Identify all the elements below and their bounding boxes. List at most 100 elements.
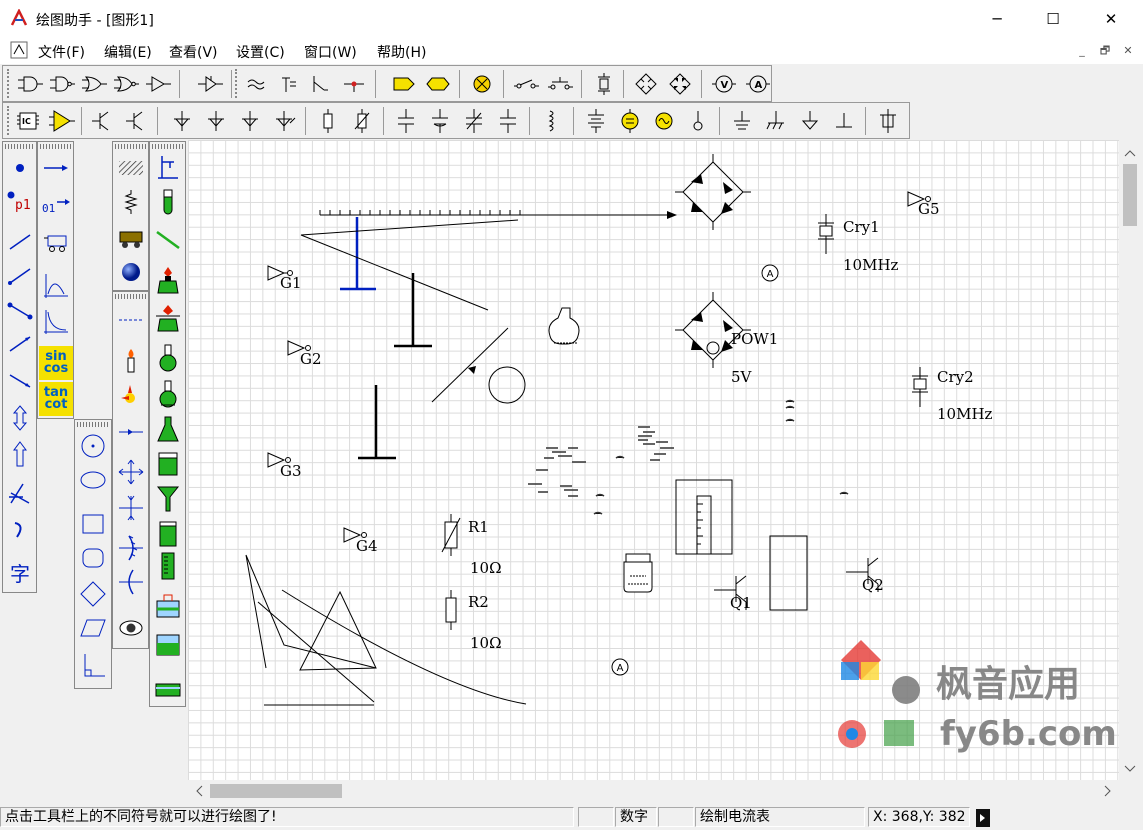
circle-shape[interactable] xyxy=(488,366,526,404)
segment-endpoints-tool[interactable] xyxy=(3,294,37,326)
toolbar-grip[interactable] xyxy=(7,69,13,98)
diode-bridge-tool[interactable] xyxy=(665,70,695,98)
thyristor-tool[interactable] xyxy=(269,107,299,135)
arc-tool[interactable] xyxy=(3,514,37,546)
exponential-graph-tool[interactable] xyxy=(39,306,73,338)
concave-lens-tool[interactable] xyxy=(114,492,148,524)
dc-source-tool[interactable] xyxy=(615,107,645,135)
ray-tool[interactable] xyxy=(3,328,37,360)
rectangle-tool[interactable] xyxy=(76,508,110,540)
eye-tool[interactable] xyxy=(114,612,148,644)
ellipse-tool[interactable] xyxy=(76,464,110,496)
alcohol-lamp-tool[interactable] xyxy=(151,264,185,296)
ground-tool[interactable] xyxy=(727,107,757,135)
common-ground-tool[interactable] xyxy=(829,107,859,135)
rounded-rectangle-tool[interactable] xyxy=(76,542,110,574)
menu-window[interactable]: 窗口(W) xyxy=(304,42,357,62)
flask-drawing[interactable] xyxy=(548,307,580,345)
glass-rod-tool[interactable] xyxy=(151,224,185,256)
beaker-tool[interactable] xyxy=(151,448,185,480)
trim-capacitor-tool[interactable] xyxy=(493,107,523,135)
flat-flask-tool[interactable] xyxy=(151,378,185,410)
segment-tool[interactable] xyxy=(3,260,37,292)
voltmeter-tool[interactable]: V xyxy=(709,70,739,98)
lamp-tool[interactable] xyxy=(467,70,497,98)
stand-1[interactable] xyxy=(394,273,432,348)
crystal-cry2[interactable] xyxy=(912,367,928,407)
number-line[interactable] xyxy=(319,210,677,219)
diode-bridge-1[interactable] xyxy=(675,154,751,230)
fet-tool[interactable] xyxy=(167,107,197,135)
angle-tool[interactable] xyxy=(3,478,37,510)
trolley-tool[interactable] xyxy=(114,222,148,254)
menu-help[interactable]: 帮助(H) xyxy=(377,42,426,62)
round-flask-tool[interactable] xyxy=(151,342,185,374)
spring-tool[interactable] xyxy=(114,186,148,218)
pnp-transistor-tool[interactable] xyxy=(121,107,151,135)
rectangle-shape[interactable] xyxy=(769,535,808,611)
ac-source-tool[interactable] xyxy=(243,70,273,98)
scroll-left-icon[interactable] xyxy=(196,785,203,797)
ray-with-arrow[interactable] xyxy=(431,327,509,403)
water-trough-tool[interactable] xyxy=(151,590,185,622)
right-angle-tool[interactable] xyxy=(76,650,110,682)
water-bath-tool[interactable] xyxy=(151,628,185,660)
nand-gate-tool[interactable] xyxy=(47,70,77,98)
diamond-tool[interactable] xyxy=(76,578,110,610)
menu-file[interactable]: 文件(F) xyxy=(38,42,85,62)
opamp-tool[interactable] xyxy=(47,107,77,135)
resistor-r2[interactable] xyxy=(445,590,457,630)
dashed-line-tool[interactable] xyxy=(114,304,148,336)
tan-cot-tool[interactable]: tan cot xyxy=(39,382,73,416)
close-button[interactable]: ✕ xyxy=(1088,0,1134,38)
measuring-cylinder[interactable] xyxy=(675,479,733,555)
hatched-surface-tool[interactable] xyxy=(114,152,148,184)
mdi-restore-button[interactable]: 🗗 xyxy=(1097,44,1113,58)
horizontal-scrollbar[interactable] xyxy=(188,780,1119,802)
drawing-canvas[interactable]: G1 G2 G3 G4 G5 Cry1 10MHz Cry2 10MHz POW… xyxy=(188,140,1119,780)
sketch-lines[interactable] xyxy=(245,554,527,706)
menu-settings[interactable]: 设置(C) xyxy=(236,42,285,62)
menu-edit[interactable]: 编辑(E) xyxy=(104,42,152,62)
circle-center-tool[interactable] xyxy=(76,430,110,462)
switch-tool[interactable] xyxy=(307,70,337,98)
vector-tool[interactable] xyxy=(3,364,37,396)
nor-gate-tool[interactable] xyxy=(111,70,141,98)
numbered-arrow-tool[interactable]: 01 xyxy=(39,188,73,220)
up-arrow-tool[interactable] xyxy=(3,438,37,470)
ammeter-tool[interactable]: A xyxy=(743,70,773,98)
ic-chip-tool[interactable]: IC xyxy=(13,107,43,135)
variable-capacitor-tool[interactable] xyxy=(459,107,489,135)
iron-stand-tool[interactable] xyxy=(151,152,185,184)
minimize-button[interactable]: ─ xyxy=(974,0,1020,38)
polar-capacitor-tool[interactable] xyxy=(425,107,455,135)
candle-tool[interactable] xyxy=(114,344,148,376)
inductor-tool[interactable] xyxy=(537,107,567,135)
point-tool[interactable] xyxy=(3,152,37,184)
jfet-tool[interactable] xyxy=(235,107,265,135)
convex-mirror-tool[interactable] xyxy=(114,566,148,598)
jar-drawing[interactable] xyxy=(623,553,653,593)
fuse-tool[interactable] xyxy=(873,107,903,135)
rectifier-bridge-tool[interactable] xyxy=(631,70,661,98)
scroll-down-icon[interactable] xyxy=(1124,765,1136,772)
funnel-tool[interactable] xyxy=(151,482,185,514)
horizontal-scroll-thumb[interactable] xyxy=(210,784,342,798)
test-tube-tool[interactable] xyxy=(151,186,185,218)
variable-resistor-tool[interactable] xyxy=(347,107,377,135)
double-arrow-tool[interactable] xyxy=(3,402,37,434)
light-source-tool[interactable] xyxy=(114,380,148,412)
probe-tool[interactable] xyxy=(339,70,369,98)
labeled-point-tool[interactable]: p1 xyxy=(3,186,37,218)
open-switch-tool[interactable] xyxy=(511,70,541,98)
conical-flask-tool[interactable] xyxy=(151,414,185,446)
concave-mirror-tool[interactable] xyxy=(114,532,148,564)
terminal-tool[interactable] xyxy=(683,107,713,135)
chassis-ground-tool[interactable] xyxy=(761,107,791,135)
function-graph-tool[interactable] xyxy=(39,270,73,302)
tristate-tool[interactable] xyxy=(195,70,225,98)
npn-transistor-tool[interactable] xyxy=(87,107,117,135)
stand-2[interactable] xyxy=(358,385,396,460)
document-icon[interactable] xyxy=(10,41,28,59)
buffer-tool[interactable] xyxy=(143,70,173,98)
